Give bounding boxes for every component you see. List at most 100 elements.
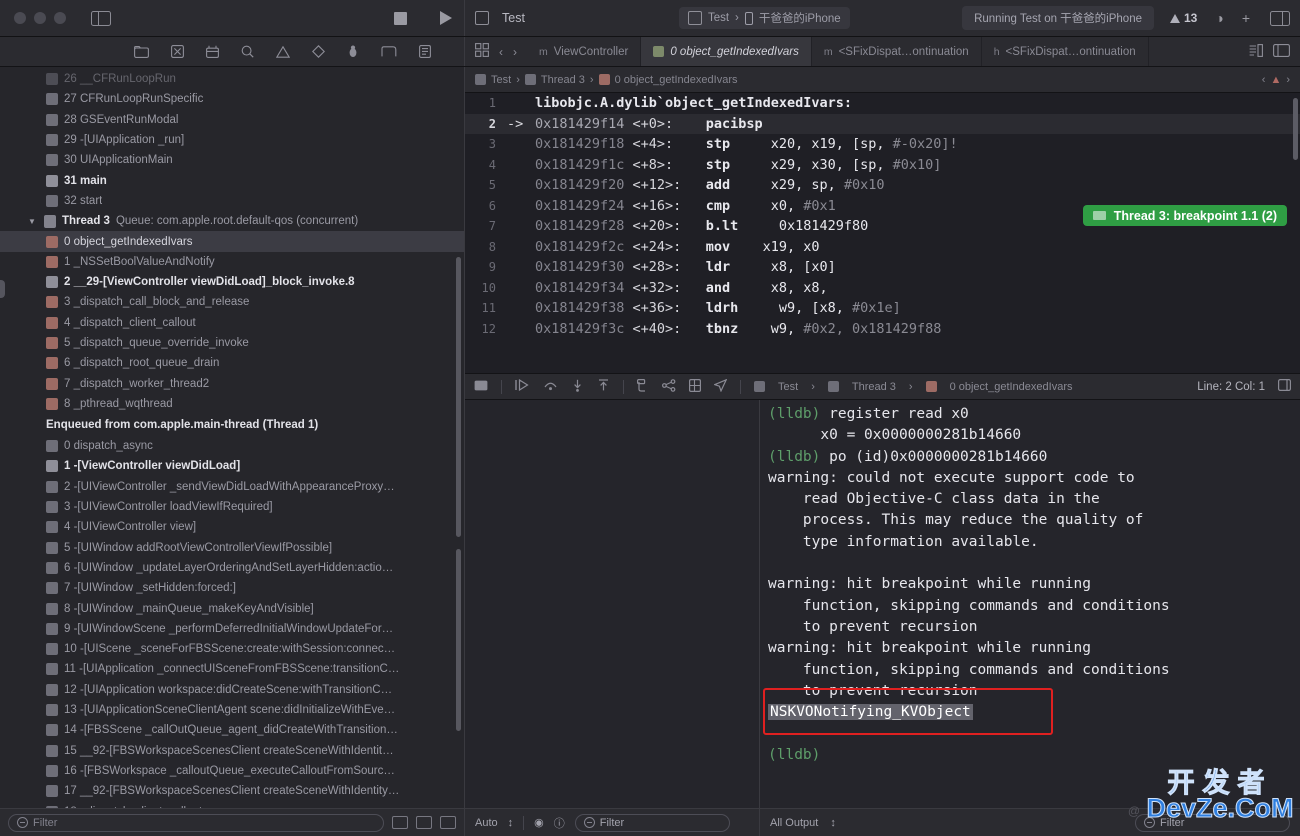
editor-tab-viewcontroller[interactable]: m ViewController [527, 37, 642, 66]
list-item[interactable]: 26 __CFRunLoopRun [0, 69, 464, 89]
list-item[interactable]: 8 -[UIWindow _mainQueue_makeKeyAndVisibl… [0, 598, 464, 618]
list-item[interactable]: 29 -[UIApplication _run] [0, 130, 464, 150]
memory-graph-icon[interactable] [662, 378, 676, 395]
variables-view[interactable] [465, 400, 760, 808]
list-item[interactable]: 1 -[ViewController viewDidLoad] [0, 456, 464, 476]
show-all-threads-icon[interactable] [440, 816, 456, 829]
show-frames-icon[interactable] [416, 816, 432, 829]
disassembly-line[interactable] [465, 339, 1300, 360]
thread-header[interactable]: ▼ Thread 3 Queue: com.apple.root.default… [0, 211, 464, 231]
output-chevron-icon[interactable]: ↕ [830, 817, 836, 829]
navigator-scrollbar[interactable] [456, 257, 461, 537]
minimize-window-icon[interactable] [34, 12, 46, 24]
close-window-icon[interactable] [14, 12, 26, 24]
list-item[interactable]: 2 __29-[ViewController viewDidLoad]_bloc… [0, 272, 464, 292]
list-item[interactable]: 3 _dispatch_call_block_and_release [0, 292, 464, 312]
scope-selector[interactable]: Auto [475, 817, 498, 829]
editor-tab-object-getindexedivars[interactable]: 0 object_getIndexedIvars [641, 37, 812, 66]
issue-navigator-icon[interactable] [275, 45, 290, 58]
list-item[interactable]: 14 -[FBSScene _callOutQueue_agent_didCre… [0, 720, 464, 740]
list-item[interactable]: 7 -[UIWindow _setHidden:forced:] [0, 578, 464, 598]
disassembly-line[interactable]: 8 0x181429f2c <+24>: mov x19, x0 [465, 237, 1300, 258]
variables-display-icon[interactable]: ◉ [534, 816, 544, 829]
list-item[interactable]: 28 GSEventRunModal [0, 110, 464, 130]
grid-layout-icon[interactable] [475, 43, 489, 60]
report-navigator-icon[interactable] [418, 45, 431, 58]
disassembly-line[interactable]: 10 0x181429f34 <+32>: and x8, x8, [465, 278, 1300, 299]
debugbar-thread[interactable]: Thread 3 [852, 381, 896, 393]
list-item[interactable]: 0 object_getIndexedIvars [0, 231, 464, 252]
stop-button[interactable] [394, 11, 407, 25]
list-item[interactable]: 6 _dispatch_root_queue_drain [0, 353, 464, 373]
toggle-navigator-icon[interactable] [91, 10, 111, 26]
disassembly-line-current[interactable]: 2 -> 0x181429f14 <+0>: pacibsp [465, 113, 1300, 134]
breakpoint-navigator-icon[interactable] [380, 46, 397, 57]
issue-counter[interactable]: 13 [1169, 11, 1197, 25]
step-over-icon[interactable] [543, 379, 558, 394]
toggle-editor-panel-icon[interactable] [1273, 43, 1290, 60]
list-item[interactable]: 1 _NSSetBoolValueAndNotify [0, 252, 464, 272]
list-item[interactable]: 8 _pthread_wqthread [0, 394, 464, 414]
step-into-icon[interactable] [571, 379, 584, 395]
console-output[interactable]: (lldb) register read x0 x0 = 0x000000028… [760, 400, 1300, 808]
list-item[interactable]: 4 -[UIViewController view] [0, 517, 464, 537]
debugbar-frame[interactable]: 0 object_getIndexedIvars [950, 381, 1073, 393]
show-only-crashed-icon[interactable] [392, 816, 408, 829]
disassembly-line[interactable]: 4 0x181429f1c <+8>: stp x29, x30, [sp, #… [465, 155, 1300, 176]
toggle-inspector-icon[interactable] [1270, 10, 1290, 26]
zoom-window-icon[interactable] [54, 12, 66, 24]
folder-icon[interactable] [133, 45, 149, 58]
chevron-down-icon[interactable]: ▼ [28, 217, 38, 226]
test-navigator-icon[interactable] [311, 45, 325, 58]
disassembly-view[interactable]: 1 libobjc.A.dylib`object_getIndexedIvars… [465, 93, 1300, 373]
output-selector[interactable]: All Output [770, 817, 818, 829]
library-icon[interactable]: ◑ [1215, 10, 1223, 26]
list-item[interactable]: 5 _dispatch_queue_override_invoke [0, 333, 464, 353]
debug-navigator-icon[interactable] [347, 45, 359, 58]
disassembly-line[interactable]: 11 0x181429f38 <+36>: ldrh w9, [x8, #0x1… [465, 298, 1300, 319]
list-item[interactable]: 12 -[UIApplication workspace:didCreateSc… [0, 680, 464, 700]
next-issue-icon[interactable]: › [1286, 74, 1290, 86]
list-item[interactable]: 9 -[UIWindowScene _performDeferredInitia… [0, 619, 464, 639]
disassembly-scrollbar[interactable] [1293, 98, 1298, 160]
call-stack-list[interactable]: 26 __CFRunLoopRun 27 CFRunLoopRunSpecifi… [0, 67, 464, 808]
list-item[interactable]: 15 __92-[FBSWorkspaceScenesClient create… [0, 741, 464, 761]
list-item[interactable]: 11 -[UIApplication _connectUISceneFromFB… [0, 659, 464, 679]
list-item[interactable]: 27 CFRunLoopRunSpecific [0, 89, 464, 109]
variables-info-icon[interactable]: ⓘ [554, 815, 565, 831]
list-item[interactable]: 18 _dispatch_client_callout [0, 801, 464, 808]
toggle-console-icon[interactable] [1278, 379, 1292, 394]
search-icon[interactable] [241, 45, 254, 58]
scheme-destination-chip[interactable]: Test › 干爸爸的iPhone [678, 7, 850, 29]
list-item[interactable]: 17 __92-[FBSWorkspaceScenesClient create… [0, 781, 464, 801]
list-item[interactable]: 31 main [0, 170, 464, 190]
variables-filter-input[interactable]: Filter [574, 813, 730, 832]
run-button[interactable] [440, 11, 452, 25]
disassembly-line[interactable]: 3 0x181429f18 <+4>: stp x20, x19, [sp, #… [465, 134, 1300, 155]
list-item[interactable]: 0 dispatch_async [0, 436, 464, 456]
window-traffic-lights[interactable] [14, 12, 66, 24]
continue-execution-icon[interactable] [515, 378, 530, 394]
list-item[interactable]: 30 UIApplicationMain [0, 150, 464, 170]
environment-overrides-icon[interactable] [689, 378, 702, 395]
debug-view-hierarchy-icon[interactable] [637, 378, 649, 395]
previous-issue-icon[interactable]: ‹ [1262, 74, 1266, 86]
disassembly-line[interactable]: 12 0x181429f3c <+40>: tbnz w9, #0x2, 0x1… [465, 319, 1300, 340]
editor-tab-sfixdispatch-m[interactable]: m <SFixDispat…ontinuation [812, 37, 982, 66]
list-item[interactable]: 10 -[UIScene _sceneForFBSScene:create:wi… [0, 639, 464, 659]
disassembly-line[interactable]: 9 0x181429f30 <+28>: ldr x8, [x0] [465, 257, 1300, 278]
list-item[interactable]: 4 _dispatch_client_callout [0, 313, 464, 333]
list-item[interactable]: 32 start [0, 191, 464, 211]
debugbar-project[interactable]: Test [778, 381, 798, 393]
source-control-icon[interactable] [170, 45, 184, 58]
breakpoint-banner[interactable]: Thread 3: breakpoint 1.1 (2) [1082, 205, 1287, 226]
simulate-location-icon[interactable] [713, 378, 728, 395]
breadcrumb-project[interactable]: Test [491, 74, 511, 86]
breadcrumb-thread[interactable]: Thread 3 [541, 74, 585, 86]
disassembly-line[interactable]: 5 0x181429f20 <+12>: add x29, sp, #0x10 [465, 175, 1300, 196]
symbol-navigator-icon[interactable] [205, 45, 219, 58]
breadcrumb-frame[interactable]: 0 object_getIndexedIvars [615, 74, 738, 86]
list-item[interactable]: 3 -[UIViewController loadViewIfRequired] [0, 497, 464, 517]
list-item[interactable]: 5 -[UIWindow addRootViewControllerViewIf… [0, 538, 464, 558]
list-item[interactable]: 16 -[FBSWorkspace _calloutQueue_executeC… [0, 761, 464, 781]
